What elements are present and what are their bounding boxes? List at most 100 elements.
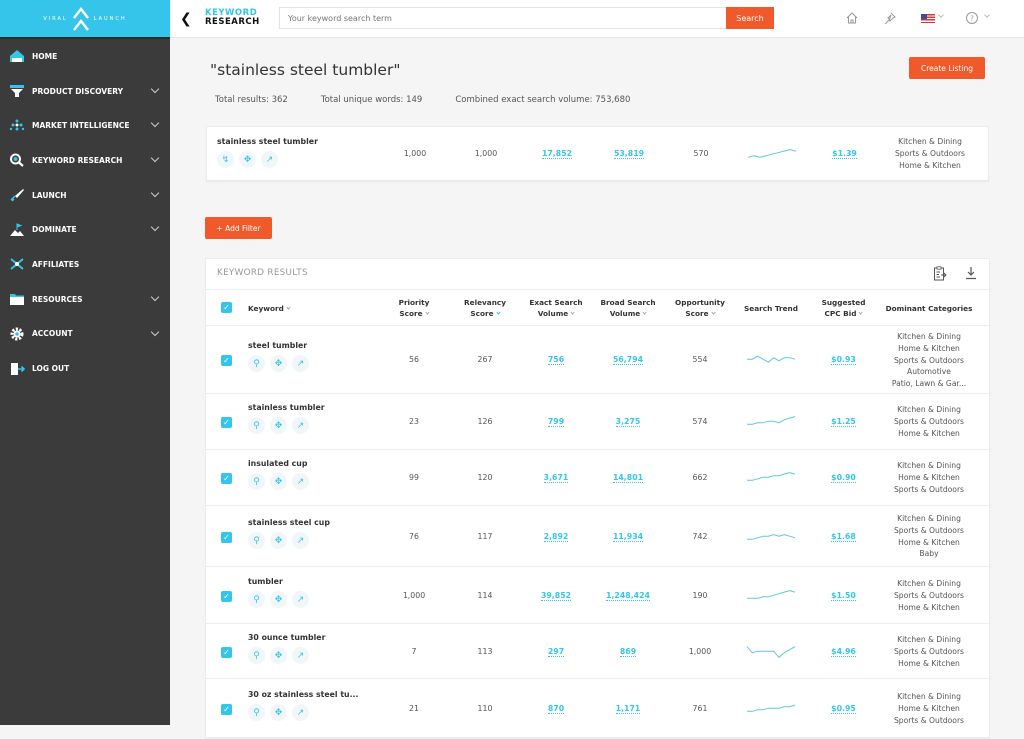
suggested-cpc-bid[interactable]: $1.50 xyxy=(831,591,856,601)
broad-search-volume[interactable]: 56,794 xyxy=(612,355,644,365)
col-relevancy-score[interactable]: Relevancy Score xyxy=(455,297,515,319)
row-checkbox[interactable]: ✓ xyxy=(221,704,232,715)
sidebar-item-affiliates[interactable]: AFFILIATES xyxy=(0,247,170,282)
search-icon[interactable]: ⚲ xyxy=(248,473,265,490)
broad-search-volume[interactable]: 1,171 xyxy=(615,704,641,714)
sidebar-item-resources[interactable]: RESOURCES xyxy=(0,282,170,317)
external-link-icon[interactable]: ↗ xyxy=(292,417,309,434)
chevron-down-icon[interactable] xyxy=(150,188,160,197)
external-link-icon[interactable]: ↗ xyxy=(292,591,309,608)
suggested-cpc-bid[interactable]: $0.95 xyxy=(831,704,856,714)
language-dropdown-caret-icon[interactable] xyxy=(938,12,944,18)
keyword-text[interactable]: stainless tumbler xyxy=(248,403,325,412)
exact-search-volume[interactable]: 799 xyxy=(547,417,565,427)
exact-search-volume[interactable]: 3,671 xyxy=(543,473,569,483)
keyword-text[interactable]: insulated cup xyxy=(248,459,309,468)
external-link-icon[interactable]: ↗ xyxy=(292,355,309,372)
external-link-icon[interactable]: ↗ xyxy=(292,647,309,664)
col-exact-search-volume[interactable]: Exact Search Volume xyxy=(521,297,591,319)
create-listing-button[interactable]: Create Listing xyxy=(909,57,985,79)
network-icon[interactable]: ✥ xyxy=(239,151,256,168)
network-icon[interactable]: ✥ xyxy=(270,417,287,434)
sidebar-item-product-discovery[interactable]: PRODUCT DISCOVERY xyxy=(0,74,170,109)
search-icon[interactable]: ⚲ xyxy=(248,591,265,608)
help-icon[interactable]: ? xyxy=(965,11,979,25)
exact-search-volume[interactable]: 297 xyxy=(547,647,565,657)
suggested-cpc-bid[interactable]: $4.96 xyxy=(831,647,856,657)
pin-icon[interactable] xyxy=(883,11,897,25)
broad-search-volume[interactable]: 14,801 xyxy=(612,473,644,483)
chevron-down-icon[interactable] xyxy=(150,223,160,232)
network-icon[interactable]: ✥ xyxy=(270,473,287,490)
external-link-icon[interactable]: ↗ xyxy=(292,473,309,490)
exact-search-volume[interactable]: 756 xyxy=(547,355,565,365)
row-checkbox[interactable]: ✓ xyxy=(221,473,232,484)
network-icon[interactable]: ✥ xyxy=(270,591,287,608)
sidebar-item-home[interactable]: HOME xyxy=(0,39,170,74)
keyword-text[interactable]: 30 oz stainless steel tu... xyxy=(248,690,358,699)
suggested-cpc-bid[interactable]: $0.93 xyxy=(831,355,856,365)
relevancy-icon[interactable]: ↯ xyxy=(217,151,234,168)
row-checkbox[interactable]: ✓ xyxy=(221,591,232,602)
seed-cpc-bid[interactable]: $1.39 xyxy=(832,149,857,159)
search-icon[interactable]: ⚲ xyxy=(248,532,265,549)
keyword-text[interactable]: tumbler xyxy=(248,577,309,586)
broad-search-volume[interactable]: 3,275 xyxy=(615,417,641,427)
search-icon[interactable]: ⚲ xyxy=(248,355,265,372)
row-checkbox[interactable]: ✓ xyxy=(221,355,232,366)
chevron-down-icon[interactable] xyxy=(150,84,160,93)
suggested-cpc-bid[interactable]: $1.25 xyxy=(831,417,856,427)
sidebar-item-account[interactable]: ACCOUNT xyxy=(0,317,170,352)
add-filter-button[interactable]: + Add Filter xyxy=(205,217,272,239)
exact-search-volume[interactable]: 870 xyxy=(547,704,565,714)
keyword-text[interactable]: 30 ounce tumbler xyxy=(248,633,325,642)
keyword-text[interactable]: stainless steel cup xyxy=(248,518,330,527)
sidebar-item-log-out[interactable]: LOG OUT xyxy=(0,351,170,386)
select-all-checkbox[interactable]: ✓ xyxy=(221,302,232,313)
external-link-icon[interactable]: ↗ xyxy=(261,151,278,168)
search-icon[interactable]: ⚲ xyxy=(248,704,265,721)
network-icon[interactable]: ✥ xyxy=(270,532,287,549)
broad-search-volume[interactable]: 1,248,424 xyxy=(606,591,650,601)
col-opportunity-score[interactable]: Opportunity Score xyxy=(665,297,735,319)
logo[interactable]: VIRAL LAUNCH xyxy=(0,0,170,39)
external-link-icon[interactable]: ↗ xyxy=(292,532,309,549)
sidebar-item-market-intelligence[interactable]: MARKET INTELLIGENCE xyxy=(0,108,170,143)
broad-search-volume[interactable]: 869 xyxy=(619,647,637,657)
us-flag-icon[interactable] xyxy=(921,14,935,23)
sidebar-item-launch[interactable]: LAUNCH xyxy=(0,178,170,213)
broad-search-volume[interactable]: 11,934 xyxy=(612,532,644,542)
back-chevron-icon[interactable]: ❮ xyxy=(180,11,192,27)
search-button[interactable]: Search xyxy=(726,7,774,29)
page-scrollbar[interactable] xyxy=(1011,38,1024,725)
row-checkbox[interactable]: ✓ xyxy=(221,417,232,428)
col-priority-score[interactable]: Priority Score xyxy=(384,297,444,319)
sidebar-item-keyword-research[interactable]: KEYWORD RESEARCH xyxy=(0,143,170,178)
seed-exact-volume[interactable]: 17,852 xyxy=(541,149,573,159)
exact-search-volume[interactable]: 39,852 xyxy=(540,591,572,601)
network-icon[interactable]: ✥ xyxy=(270,355,287,372)
chevron-down-icon[interactable] xyxy=(150,153,160,163)
row-checkbox[interactable]: ✓ xyxy=(221,532,232,543)
network-icon[interactable]: ✥ xyxy=(270,704,287,721)
col-keyword[interactable]: Keyword xyxy=(248,303,291,314)
col-suggested-cpc-bid[interactable]: Suggested CPC Bid xyxy=(806,297,881,319)
search-icon[interactable]: ⚲ xyxy=(248,417,265,434)
external-link-icon[interactable]: ↗ xyxy=(292,704,309,721)
suggested-cpc-bid[interactable]: $1.68 xyxy=(831,532,856,542)
network-icon[interactable]: ✥ xyxy=(270,647,287,664)
home-icon[interactable] xyxy=(845,11,859,25)
keyword-search-input[interactable] xyxy=(279,7,727,29)
download-icon[interactable] xyxy=(965,266,977,280)
help-dropdown-caret-icon[interactable] xyxy=(984,12,990,18)
keyword-text[interactable]: steel tumbler xyxy=(248,341,309,350)
chevron-down-icon[interactable] xyxy=(150,327,160,336)
seed-broad-volume[interactable]: 53,819 xyxy=(613,149,645,159)
sidebar-item-dominate[interactable]: DOMINATE xyxy=(0,212,170,247)
chevron-down-icon[interactable] xyxy=(150,119,160,128)
row-checkbox[interactable]: ✓ xyxy=(221,647,232,658)
search-icon[interactable]: ⚲ xyxy=(248,647,265,664)
col-broad-search-volume[interactable]: Broad Search Volume xyxy=(593,297,663,319)
chevron-down-icon[interactable] xyxy=(150,292,160,302)
exact-search-volume[interactable]: 2,892 xyxy=(543,532,569,542)
